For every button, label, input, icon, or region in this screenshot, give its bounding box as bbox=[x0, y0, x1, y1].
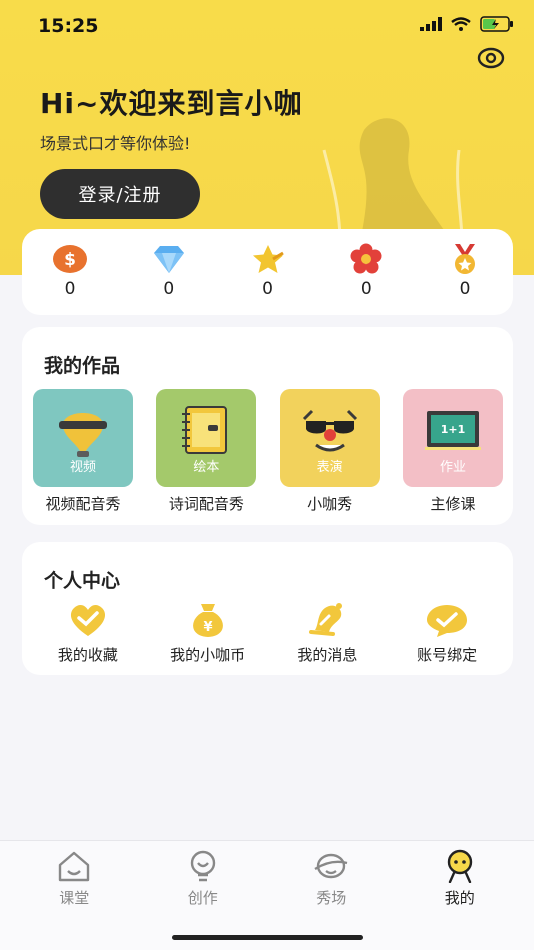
flower-icon bbox=[350, 243, 382, 274]
wifi-icon bbox=[451, 17, 471, 31]
signal-icon bbox=[420, 17, 442, 31]
house-icon bbox=[59, 851, 90, 882]
login-register-button[interactable]: 登录/注册 bbox=[40, 169, 200, 219]
status-time: 15:25 bbox=[38, 15, 99, 37]
personal-center-title: 个人中心 bbox=[44, 570, 121, 592]
work-name: 诗词配音秀 bbox=[168, 495, 244, 513]
tab-label: 秀场 bbox=[316, 889, 347, 907]
work-item-performance[interactable]: 表演 小咖秀 bbox=[279, 389, 380, 514]
diamond-icon bbox=[153, 246, 184, 273]
bulb-icon bbox=[190, 850, 215, 882]
svg-text:¥: ¥ bbox=[203, 620, 212, 635]
stat-value: 0 bbox=[360, 279, 372, 299]
planet-icon bbox=[314, 853, 348, 879]
greeting-subtitle: 场景式口才等你体验! bbox=[40, 134, 191, 153]
my-works-card: 我的作品 视频 视频配音秀 绘本 诗词配音秀 表演 小咖秀 1+1 作业 主修课 bbox=[22, 327, 513, 525]
tab-classroom[interactable]: 课堂 bbox=[24, 841, 124, 950]
tab-label: 课堂 bbox=[59, 889, 90, 907]
account-binding-item[interactable]: 账号绑定 bbox=[392, 602, 502, 665]
notebook-icon bbox=[182, 406, 228, 454]
work-tile[interactable]: 表演 bbox=[279, 389, 380, 487]
my-works-title: 我的作品 bbox=[44, 355, 121, 377]
work-item-homework[interactable]: 1+1 作业 主修课 bbox=[402, 389, 503, 514]
stat-value: 0 bbox=[459, 279, 471, 299]
stat-value: 0 bbox=[64, 279, 76, 299]
tab-label: 我的 bbox=[444, 889, 475, 907]
my-coins-item[interactable]: ¥ 我的小咖币 bbox=[153, 602, 263, 665]
chalkboard-icon: 1+1 bbox=[424, 411, 481, 450]
eye-icon[interactable] bbox=[476, 44, 506, 72]
tile-label: 作业 bbox=[439, 460, 466, 475]
work-tile[interactable]: 1+1 作业 bbox=[402, 389, 503, 487]
star-icon bbox=[252, 245, 284, 273]
stat-medals[interactable]: 0 bbox=[437, 229, 493, 315]
status-bar: 15:25 bbox=[0, 0, 534, 50]
tab-showcase[interactable]: 秀场 bbox=[281, 841, 381, 950]
home-indicator[interactable] bbox=[172, 935, 363, 940]
battery-icon bbox=[480, 16, 513, 32]
center-item-label: 我的收藏 bbox=[57, 646, 118, 664]
my-favorites-item[interactable]: 我的收藏 bbox=[33, 602, 143, 665]
tile-label: 绘本 bbox=[193, 460, 220, 475]
work-tile[interactable]: 视频 bbox=[33, 389, 133, 487]
center-item-label: 账号绑定 bbox=[417, 646, 478, 664]
stats-card: $ 0 0 0 0 0 bbox=[22, 229, 513, 315]
work-name: 主修课 bbox=[430, 495, 476, 513]
clown-face-icon bbox=[302, 409, 357, 452]
tile-label: 视频 bbox=[69, 460, 96, 475]
center-item-label: 我的消息 bbox=[297, 646, 358, 664]
balloon-icon bbox=[59, 413, 107, 457]
coin-icon: $ bbox=[53, 245, 87, 273]
greeting-title: Hi~欢迎来到言小咖 bbox=[40, 87, 303, 120]
stat-value: 0 bbox=[262, 279, 273, 299]
bottom-tab-bar: 课堂 创作 秀场 我的 bbox=[0, 840, 534, 950]
stat-flowers[interactable]: 0 bbox=[338, 229, 394, 315]
center-item-label: 我的小咖币 bbox=[170, 646, 246, 664]
svg-text:1+1: 1+1 bbox=[441, 423, 466, 436]
tab-label: 创作 bbox=[187, 889, 218, 907]
work-name: 小咖秀 bbox=[307, 495, 353, 513]
stat-stars[interactable]: 0 bbox=[240, 229, 296, 315]
work-item-video[interactable]: 视频 视频配音秀 bbox=[33, 389, 133, 514]
work-item-poetry[interactable]: 绘本 诗词配音秀 bbox=[156, 389, 257, 514]
medal-icon bbox=[455, 244, 475, 274]
money-bag-icon: ¥ bbox=[192, 604, 223, 637]
bell-icon bbox=[309, 603, 343, 636]
svg-text:$: $ bbox=[64, 250, 76, 270]
heart-check-icon bbox=[70, 604, 105, 636]
work-name: 视频配音秀 bbox=[45, 495, 121, 513]
personal-center-card: 个人中心 我的收藏 ¥ 我的小咖币 我的消息 账号绑定 bbox=[22, 542, 513, 675]
stat-value: 0 bbox=[163, 279, 175, 299]
tab-create[interactable]: 创作 bbox=[153, 841, 253, 950]
chat-check-icon bbox=[427, 605, 468, 637]
tile-label: 表演 bbox=[316, 460, 343, 475]
tab-mine[interactable]: 我的 bbox=[410, 841, 510, 950]
stat-diamonds[interactable]: 0 bbox=[141, 229, 197, 315]
stat-coins[interactable]: $ 0 bbox=[42, 229, 98, 315]
my-messages-item[interactable]: 我的消息 bbox=[272, 602, 382, 665]
face-icon bbox=[447, 849, 472, 883]
work-tile[interactable]: 绘本 bbox=[156, 389, 257, 487]
